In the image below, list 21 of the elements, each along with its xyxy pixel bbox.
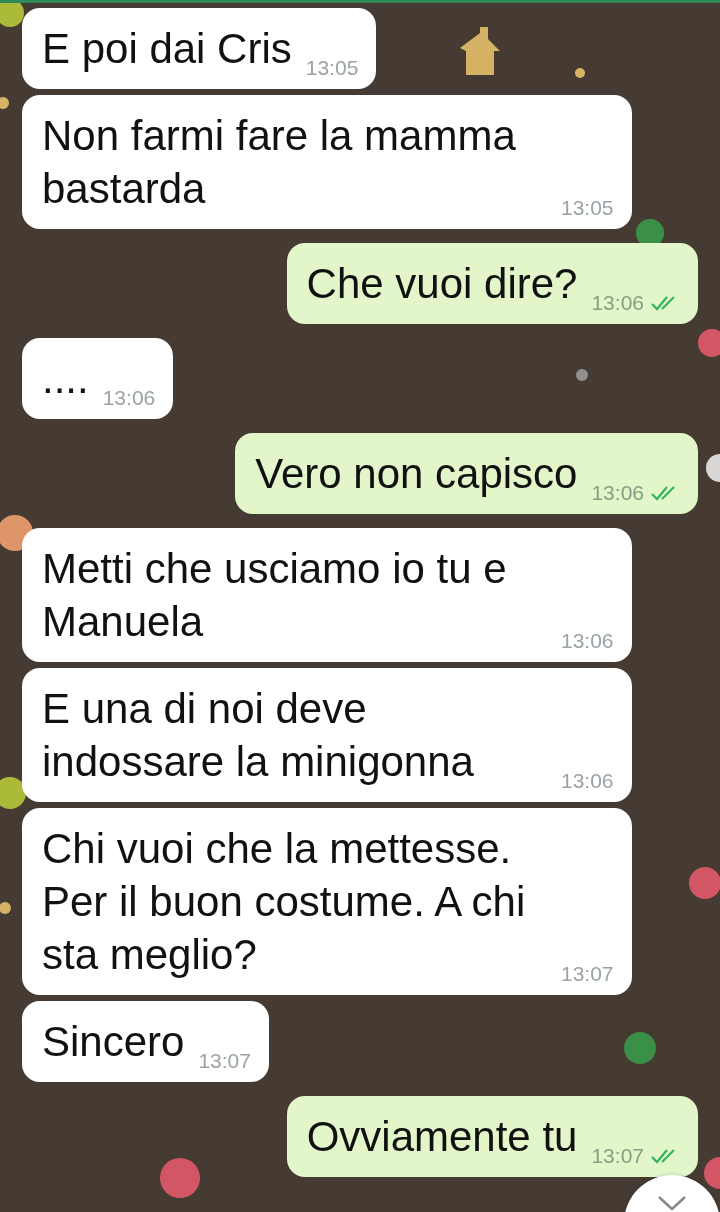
- message-text: Metti che usciamo io tu e Manuela: [42, 544, 508, 647]
- message-time: 13:06: [591, 480, 644, 506]
- message-time: 13:05: [561, 195, 614, 221]
- message-text: ....: [42, 354, 89, 404]
- message-time: 13:06: [561, 768, 614, 794]
- message-time: 13:07: [561, 961, 614, 987]
- message-time: 13:07: [591, 1143, 644, 1169]
- message-time: 13:07: [198, 1048, 251, 1074]
- message-text: Che vuoi dire?: [306, 259, 578, 309]
- message-text: Chi vuoi che la mettesse. Per il buon costume. A chi sta meglio?: [42, 824, 527, 980]
- message-text: Ovviamente tu: [306, 1112, 578, 1162]
- message-time: 13:06: [561, 628, 614, 654]
- message-text: Non farmi fare la mamma bastarda: [42, 111, 517, 214]
- message-text: Vero non capisco: [255, 449, 578, 499]
- message-time: 13:05: [305, 55, 359, 81]
- message-text: Sincero: [42, 1017, 185, 1067]
- message-text: E una di noi deve indossare la minigonna: [42, 684, 475, 787]
- message-time: 13:06: [102, 385, 156, 411]
- message-text: E poi dai Cris: [42, 24, 292, 74]
- chevron-down-icon: [657, 1195, 687, 1211]
- message-time: 13:06: [591, 290, 644, 316]
